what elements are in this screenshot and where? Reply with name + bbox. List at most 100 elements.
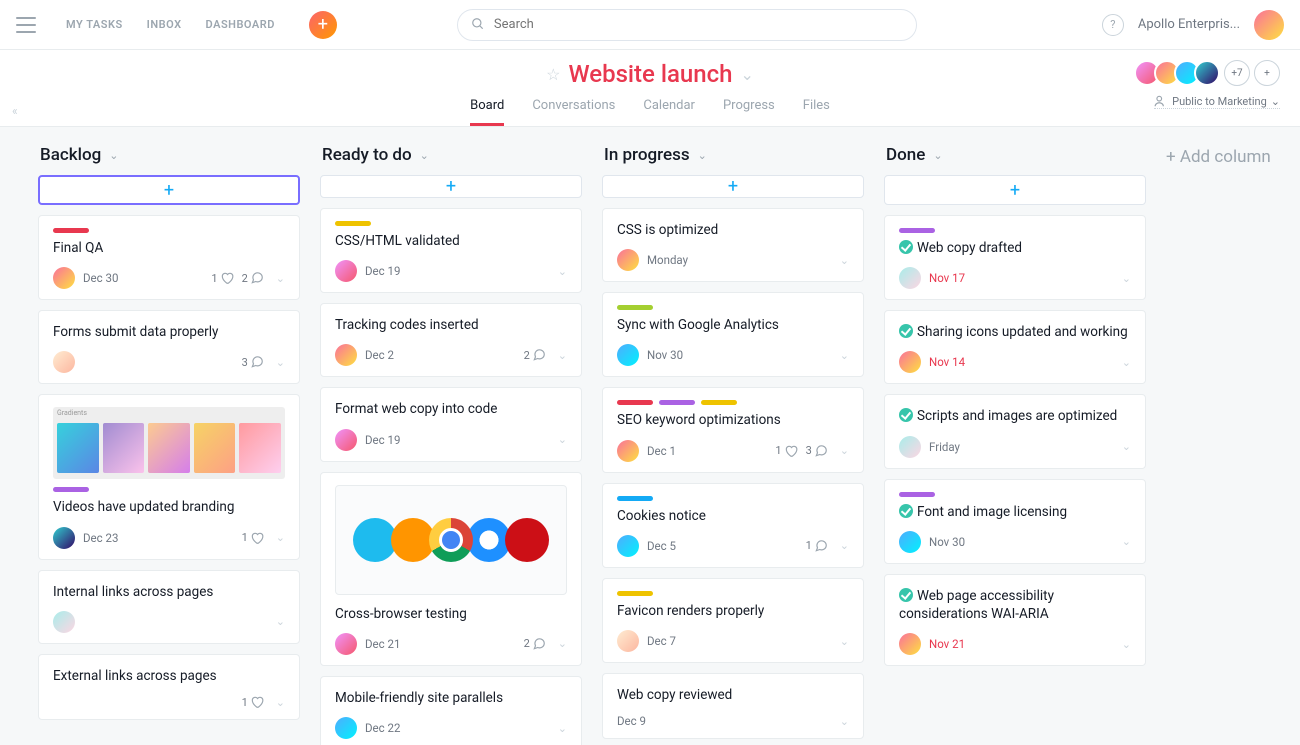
task-card[interactable]: CSS is optimizedMonday⌄ — [602, 208, 864, 282]
card-menu-icon[interactable]: ⌄ — [558, 349, 567, 362]
task-card[interactable]: Tracking codes insertedDec 22⌄ — [320, 303, 582, 377]
assignee-avatar[interactable] — [899, 351, 921, 373]
nav-inbox[interactable]: INBOX — [137, 12, 192, 37]
help-button[interactable]: ? — [1102, 14, 1124, 36]
task-card[interactable]: Cross-browser testingDec 212⌄ — [320, 472, 582, 666]
assignee-avatar[interactable] — [617, 630, 639, 652]
card-menu-icon[interactable]: ⌄ — [1122, 440, 1131, 453]
search-input[interactable] — [457, 9, 917, 41]
add-card-button[interactable]: + — [320, 175, 582, 198]
assignee-avatar[interactable] — [335, 344, 357, 366]
collapse-sidebar-icon[interactable]: « — [12, 104, 18, 118]
tab-files[interactable]: Files — [803, 98, 830, 126]
comment-count[interactable]: 2 — [524, 637, 546, 651]
tab-progress[interactable]: Progress — [723, 98, 775, 126]
comment-count[interactable]: 2 — [524, 348, 546, 362]
like-count[interactable]: 1 — [775, 444, 797, 458]
card-menu-icon[interactable]: ⌄ — [840, 715, 849, 728]
card-menu-icon[interactable]: ⌄ — [840, 349, 849, 362]
card-menu-icon[interactable]: ⌄ — [1122, 272, 1131, 285]
card-menu-icon[interactable]: ⌄ — [276, 696, 285, 709]
add-card-button[interactable]: + — [38, 175, 300, 205]
tab-conversations[interactable]: Conversations — [532, 98, 615, 126]
assignee-avatar[interactable] — [53, 267, 75, 289]
assignee-avatar[interactable] — [617, 249, 639, 271]
tab-board[interactable]: Board — [470, 98, 504, 126]
assignee-avatar[interactable] — [899, 531, 921, 553]
task-card[interactable]: Font and image licensingNov 30⌄ — [884, 479, 1146, 564]
nav-dashboard[interactable]: DASHBOARD — [196, 12, 285, 37]
add-member-button[interactable]: + — [1254, 60, 1280, 86]
task-card[interactable]: External links across pages1⌄ — [38, 654, 300, 720]
card-menu-icon[interactable]: ⌄ — [1122, 638, 1131, 651]
comment-count[interactable]: 2 — [242, 271, 264, 285]
assignee-avatar[interactable] — [617, 535, 639, 557]
assignee-avatar[interactable] — [335, 633, 357, 655]
task-card[interactable]: Cookies noticeDec 51⌄ — [602, 483, 864, 568]
like-count[interactable]: 1 — [211, 271, 233, 285]
star-icon[interactable]: ☆ — [546, 65, 560, 84]
column-menu-icon[interactable]: ⌄ — [109, 149, 118, 162]
assignee-avatar[interactable] — [617, 344, 639, 366]
task-card[interactable]: CSS/HTML validatedDec 19⌄ — [320, 208, 582, 293]
like-count[interactable]: 1 — [242, 695, 264, 709]
task-card[interactable]: Sharing icons updated and workingNov 14⌄ — [884, 310, 1146, 384]
nav-my-tasks[interactable]: MY TASKS — [56, 12, 133, 37]
card-menu-icon[interactable]: ⌄ — [558, 637, 567, 650]
comment-count[interactable]: 1 — [806, 539, 828, 553]
task-card[interactable]: Web copy reviewedDec 9⌄ — [602, 673, 864, 739]
project-title[interactable]: Website launch — [568, 60, 732, 88]
org-name[interactable]: Apollo Enterpris... — [1138, 17, 1240, 32]
add-card-button[interactable]: + — [884, 175, 1146, 205]
task-card[interactable]: Scripts and images are optimizedFriday⌄ — [884, 394, 1146, 468]
global-add-button[interactable]: + — [309, 11, 337, 39]
member-avatar[interactable] — [1194, 60, 1220, 86]
task-card[interactable]: GradientsVideos have updated brandingDec… — [38, 394, 300, 559]
task-card[interactable]: Web copy draftedNov 17⌄ — [884, 215, 1146, 300]
task-card[interactable]: SEO keyword optimizationsDec 113⌄ — [602, 387, 864, 472]
card-menu-icon[interactable]: ⌄ — [840, 254, 849, 267]
card-menu-icon[interactable]: ⌄ — [840, 635, 849, 648]
card-menu-icon[interactable]: ⌄ — [558, 265, 567, 278]
task-card[interactable]: Internal links across pages⌄ — [38, 570, 300, 644]
task-card[interactable]: Final QADec 3012⌄ — [38, 215, 300, 300]
column-menu-icon[interactable]: ⌄ — [933, 149, 942, 162]
card-menu-icon[interactable]: ⌄ — [558, 433, 567, 446]
like-count[interactable]: 1 — [242, 531, 264, 545]
add-card-button[interactable]: + — [602, 175, 864, 198]
assignee-avatar[interactable] — [53, 351, 75, 373]
card-menu-icon[interactable]: ⌄ — [276, 356, 285, 369]
column-menu-icon[interactable]: ⌄ — [420, 149, 429, 162]
card-menu-icon[interactable]: ⌄ — [558, 722, 567, 735]
task-card[interactable]: Sync with Google AnalyticsNov 30⌄ — [602, 292, 864, 377]
card-menu-icon[interactable]: ⌄ — [276, 272, 285, 285]
assignee-avatar[interactable] — [335, 260, 357, 282]
task-card[interactable]: Web page accessibility considerations WA… — [884, 574, 1146, 666]
comment-count[interactable]: 3 — [242, 355, 264, 369]
user-avatar[interactable] — [1254, 10, 1284, 40]
task-card[interactable]: Mobile-friendly site parallelsDec 22⌄ — [320, 676, 582, 745]
assignee-avatar[interactable] — [899, 436, 921, 458]
task-card[interactable]: Forms submit data properly3⌄ — [38, 310, 300, 384]
tab-calendar[interactable]: Calendar — [643, 98, 695, 126]
comment-count[interactable]: 3 — [806, 444, 828, 458]
add-column-button[interactable]: + Add column — [1166, 145, 1300, 727]
card-menu-icon[interactable]: ⌄ — [840, 539, 849, 552]
card-menu-icon[interactable]: ⌄ — [840, 444, 849, 457]
assignee-avatar[interactable] — [53, 611, 75, 633]
more-members-button[interactable]: +7 — [1224, 60, 1250, 86]
column-menu-icon[interactable]: ⌄ — [698, 149, 707, 162]
project-visibility[interactable]: Public to Marketing ⌄ — [1154, 94, 1280, 109]
card-menu-icon[interactable]: ⌄ — [1122, 535, 1131, 548]
assignee-avatar[interactable] — [899, 267, 921, 289]
project-dropdown-icon[interactable]: ⌄ — [740, 65, 753, 84]
card-menu-icon[interactable]: ⌄ — [276, 615, 285, 628]
card-menu-icon[interactable]: ⌄ — [276, 531, 285, 544]
assignee-avatar[interactable] — [899, 633, 921, 655]
task-card[interactable]: Favicon renders properlyDec 7⌄ — [602, 578, 864, 663]
assignee-avatar[interactable] — [335, 717, 357, 739]
assignee-avatar[interactable] — [53, 527, 75, 549]
task-card[interactable]: Format web copy into codeDec 19⌄ — [320, 387, 582, 461]
menu-icon[interactable] — [16, 17, 36, 33]
assignee-avatar[interactable] — [617, 440, 639, 462]
